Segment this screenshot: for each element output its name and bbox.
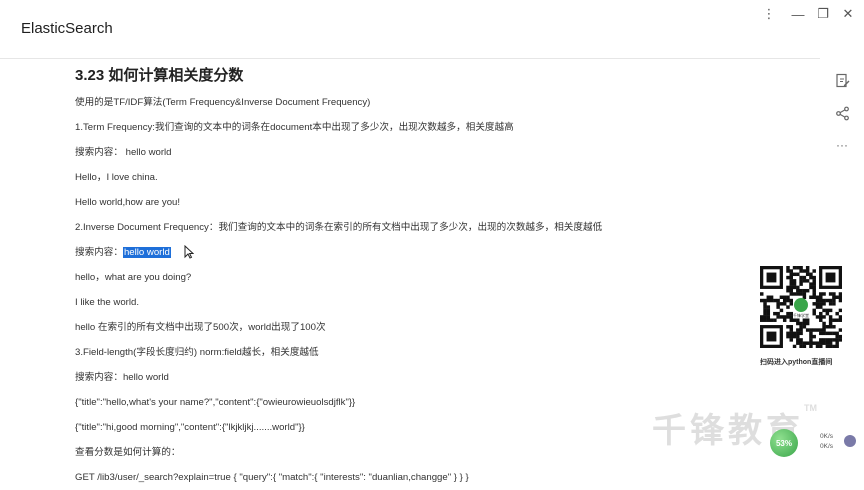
upload-speed: 0K/s bbox=[820, 433, 834, 440]
doc-line: 搜索内容： hello world bbox=[75, 147, 172, 158]
restore-button[interactable]: ❐ bbox=[811, 5, 835, 23]
svg-text:千锋学堂: 千锋学堂 bbox=[793, 312, 809, 318]
doc-line-with-selection: 搜索内容：hello world bbox=[75, 240, 755, 265]
network-speed-widget[interactable]: 53% 0K/s 0K/s bbox=[768, 427, 860, 459]
title-bar: ElasticSearch ⋮ — ❐ ✕ bbox=[0, 0, 864, 58]
doc-line: hello，what are you doing? bbox=[75, 272, 192, 283]
document-title: 3.23 如何计算相关度分数 bbox=[75, 67, 244, 84]
more-icon[interactable]: ··· bbox=[834, 137, 850, 153]
header-divider bbox=[0, 58, 820, 59]
network-percent: 53% bbox=[770, 429, 798, 457]
doc-line: 搜索内容：hello world bbox=[75, 372, 169, 383]
minimize-button[interactable]: — bbox=[786, 5, 810, 23]
doc-line: Hello，I love china. bbox=[75, 172, 158, 183]
download-speed: 0K/s bbox=[820, 443, 834, 450]
doc-line: 2.Inverse Document Frequency：我们查询的文本中的词条… bbox=[75, 222, 603, 233]
watermark-tm: TM bbox=[804, 403, 817, 413]
edit-icon[interactable] bbox=[834, 72, 850, 88]
search-label: 搜索内容： bbox=[75, 247, 123, 258]
more-menu-button[interactable]: ⋮ bbox=[757, 5, 781, 23]
mouse-cursor-icon bbox=[184, 245, 194, 260]
network-status-icon bbox=[844, 435, 856, 447]
doc-line: 1.Term Frequency:我们查询的文本中的词条在document本中出… bbox=[75, 122, 514, 133]
share-icon[interactable] bbox=[834, 105, 850, 121]
doc-line: hello 在索引的所有文档中出现了500次，world出现了100次 bbox=[75, 322, 326, 333]
selected-text[interactable]: hello world bbox=[122, 247, 171, 258]
doc-line: Hello world,how are you! bbox=[75, 197, 181, 208]
app-title: ElasticSearch bbox=[21, 20, 113, 37]
qr-caption: 扫码进入python直播间 bbox=[760, 359, 833, 366]
doc-line: I like the world. bbox=[75, 297, 139, 308]
close-button[interactable]: ✕ bbox=[836, 5, 860, 23]
qr-code-panel: 千锋学堂 扫码进入python直播间 bbox=[760, 266, 848, 367]
doc-line: 3.Field-length(字段长度归约) norm:field越长，相关度越… bbox=[75, 347, 319, 358]
doc-line: 使用的是TF/IDF算法(Term Frequency&Inverse Docu… bbox=[75, 97, 371, 108]
doc-line: GET /lib3/user/_search?explain=true { "q… bbox=[75, 472, 469, 483]
qr-code: 千锋学堂 bbox=[760, 266, 843, 349]
